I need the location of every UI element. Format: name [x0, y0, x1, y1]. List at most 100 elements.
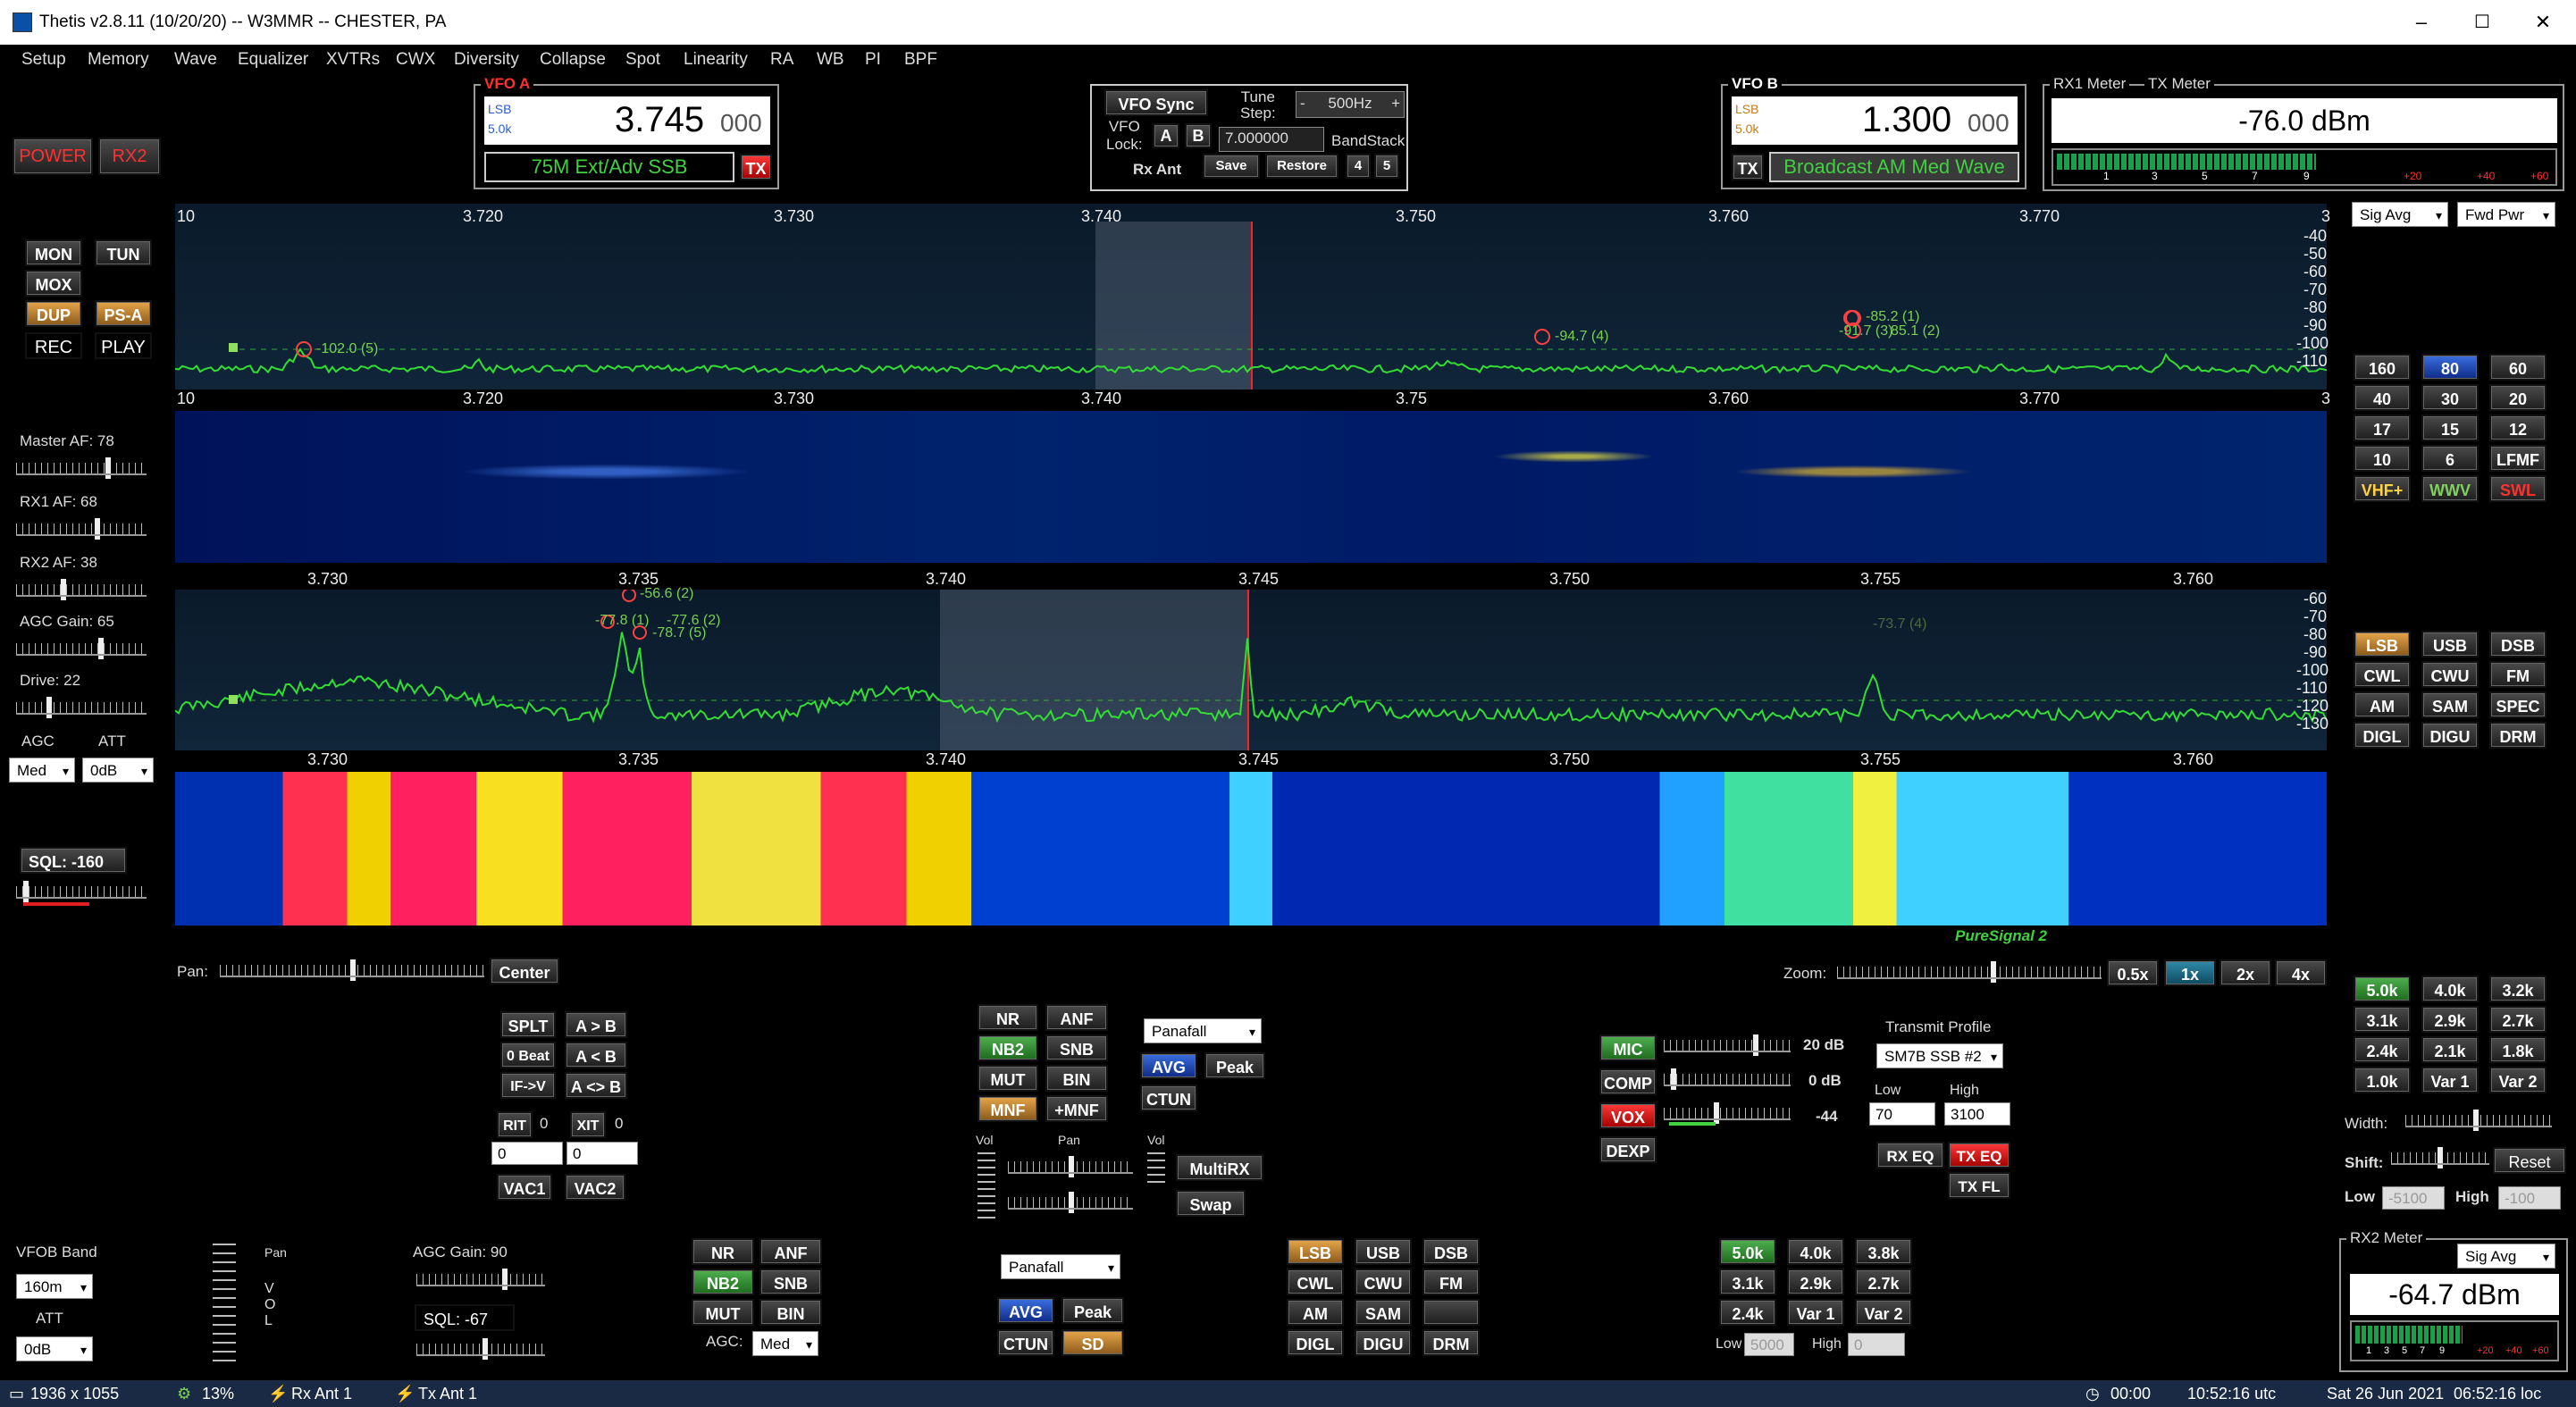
rx2-mode-digu-button[interactable]: DIGU	[1355, 1329, 1412, 1356]
mox-button[interactable]: MOX	[25, 270, 82, 297]
mode-digu-button[interactable]: DIGU	[2421, 722, 2479, 749]
rx2-sql-button[interactable]: SQL: -67	[415, 1304, 515, 1331]
nb2-button[interactable]: NB2	[978, 1034, 1038, 1061]
rx2-sd-button[interactable]: SD	[1061, 1329, 1124, 1356]
rx2-vol-slider-vertical[interactable]	[213, 1244, 236, 1369]
band-swl-button[interactable]: SWL	[2489, 475, 2547, 502]
comp-button[interactable]: COMP	[1599, 1068, 1657, 1095]
comp-slider[interactable]	[1664, 1068, 1791, 1090]
rx1-meter-label[interactable]: RX1 Meter	[2050, 75, 2130, 93]
rx2-filter-3-1k-button[interactable]: 3.1k	[1719, 1269, 1776, 1295]
band-80-button[interactable]: 80	[2421, 354, 2479, 381]
rit-input[interactable]: 0	[491, 1142, 563, 1165]
tx-low-input[interactable]: 70	[1869, 1102, 1935, 1126]
rx2-filter-5-0k-button[interactable]: 5.0k	[1719, 1238, 1776, 1265]
menu-ra[interactable]: RA	[770, 50, 793, 70]
mute-button[interactable]: MUT	[978, 1065, 1038, 1092]
avg-button[interactable]: AVG	[1140, 1052, 1197, 1079]
rx2-snb-button[interactable]: SNB	[759, 1269, 822, 1295]
tx-fl-button[interactable]: TX FL	[1948, 1172, 2010, 1199]
bandstack-freq[interactable]: 7.000000	[1219, 127, 1324, 152]
agc-gain-slider[interactable]	[16, 638, 147, 659]
filter-var-2-button[interactable]: Var 2	[2489, 1067, 2547, 1093]
filter-1-0k-button[interactable]: 1.0k	[2354, 1067, 2411, 1093]
menu-bpf[interactable]: BPF	[904, 50, 937, 70]
master-af-slider[interactable]	[16, 457, 147, 479]
rx2-mode-digl-button[interactable]: DIGL	[1287, 1329, 1344, 1356]
menu-cwx[interactable]: CWX	[396, 50, 435, 70]
mon-button[interactable]: MON	[25, 239, 82, 266]
filter-2-7k-button[interactable]: 2.7k	[2489, 1006, 2547, 1033]
dup-button[interactable]: DUP	[25, 300, 82, 327]
drive-slider[interactable]	[16, 697, 147, 718]
vox-slider[interactable]	[1664, 1102, 1791, 1124]
rx2-ctun-button[interactable]: CTUN	[997, 1329, 1054, 1356]
band-160-button[interactable]: 160	[2354, 354, 2411, 381]
rx2-anf-button[interactable]: ANF	[759, 1238, 822, 1265]
band-20-button[interactable]: 20	[2489, 384, 2547, 411]
menu-memory[interactable]: Memory	[88, 50, 149, 70]
menu-xvtrs[interactable]: XVTRs	[326, 50, 380, 70]
zero-beat-button[interactable]: 0 Beat	[500, 1042, 556, 1068]
nr-button[interactable]: NR	[978, 1004, 1038, 1031]
zoom-2x-button[interactable]: 2x	[2219, 959, 2271, 986]
tune-step-up-icon[interactable]: +	[1391, 92, 1400, 115]
transmit-profile-select[interactable]: SM7B SSB #2 ▾	[1876, 1043, 2003, 1068]
width-slider[interactable]	[2405, 1110, 2552, 1131]
ps-a-button[interactable]: PS-A	[95, 300, 152, 327]
tx-antenna-status[interactable]: Tx Ant 1	[418, 1385, 477, 1403]
rx2-button[interactable]: RX2	[98, 138, 161, 175]
filter-2-9k-button[interactable]: 2.9k	[2421, 1006, 2479, 1033]
tx-meter-select[interactable]: Fwd Pwr ▾	[2457, 202, 2555, 227]
rx2-meter-select[interactable]: Sig Avg ▾	[2457, 1244, 2555, 1269]
rx2-vol-slider[interactable]	[978, 1188, 995, 1220]
rx1-pan-slider[interactable]	[1008, 1156, 1133, 1177]
band-lfmf-button[interactable]: LFMF	[2489, 445, 2547, 472]
rx1-meter-select[interactable]: Sig Avg ▾	[2352, 202, 2448, 227]
rx1-af-slider[interactable]	[16, 518, 147, 540]
band-15-button[interactable]: 15	[2421, 415, 2479, 441]
band-wwv-button[interactable]: WWV	[2421, 475, 2479, 502]
mode-dsb-button[interactable]: DSB	[2489, 631, 2547, 657]
maximize-button[interactable]: ☐	[2464, 7, 2500, 38]
power-button[interactable]: POWER	[13, 138, 93, 175]
zoom-4x-button[interactable]: 4x	[2275, 959, 2327, 986]
bandstack-4-button[interactable]: 4	[1346, 154, 1371, 179]
rx2-filter-high-input[interactable]: 0	[1848, 1333, 1905, 1356]
timer-status[interactable]: 00:00	[2110, 1385, 2151, 1403]
filter-high-input[interactable]: -100	[2498, 1186, 2561, 1210]
rx1-waterfall[interactable]	[175, 411, 2327, 563]
vfoa-tx-button[interactable]: TX	[740, 154, 772, 180]
agc-select[interactable]: Med ▾	[9, 758, 75, 783]
rx2-filter-low-input[interactable]: 5000	[1744, 1333, 1794, 1356]
rx1-panadapter[interactable]: -102.0 (5) -94.7 (4) -85.2 (1) -91.7 (3)…	[175, 204, 2327, 407]
filter-3-1k-button[interactable]: 3.1k	[2354, 1006, 2411, 1033]
band-10-button[interactable]: 10	[2354, 445, 2411, 472]
shift-reset-button[interactable]: Reset	[2493, 1147, 2566, 1174]
shift-slider[interactable]	[2391, 1147, 2489, 1168]
filter-1-8k-button[interactable]: 1.8k	[2489, 1036, 2547, 1063]
rx2-peak-button[interactable]: Peak	[1061, 1297, 1124, 1324]
mode-drm-button[interactable]: DRM	[2489, 722, 2547, 749]
rx2-waterfall[interactable]	[175, 772, 2327, 925]
bandstack-save-button[interactable]: Save	[1203, 154, 1260, 179]
rx2-filter-2-4k-button[interactable]: 2.4k	[1719, 1299, 1776, 1326]
snb-button[interactable]: SNB	[1045, 1034, 1108, 1061]
display-mode-select[interactable]: Panafall ▾	[1144, 1018, 1262, 1043]
plus-mnf-button[interactable]: +MNF	[1045, 1095, 1108, 1122]
menu-wb[interactable]: WB	[817, 50, 844, 70]
rx2-filter-var-1-button[interactable]: Var 1	[1787, 1299, 1844, 1326]
swap-button[interactable]: Swap	[1176, 1190, 1246, 1217]
mode-cwl-button[interactable]: CWL	[2354, 661, 2411, 688]
tx-eq-button[interactable]: TX EQ	[1948, 1142, 2010, 1168]
menu-collapse[interactable]: Collapse	[540, 50, 606, 70]
band-17-button[interactable]: 17	[2354, 415, 2411, 441]
zoom-0.5x-button[interactable]: 0.5x	[2107, 959, 2159, 986]
band-vhf--button[interactable]: VHF+	[2354, 475, 2411, 502]
rx2-nb2-button[interactable]: NB2	[692, 1269, 754, 1295]
menu-diversity[interactable]: Diversity	[454, 50, 519, 70]
rec-button[interactable]: REC	[25, 332, 82, 359]
mode-sam-button[interactable]: SAM	[2421, 691, 2479, 718]
rx2-mode-lsb-button[interactable]: LSB	[1287, 1238, 1344, 1265]
rx2-filter-3-8k-button[interactable]: 3.8k	[1855, 1238, 1912, 1265]
